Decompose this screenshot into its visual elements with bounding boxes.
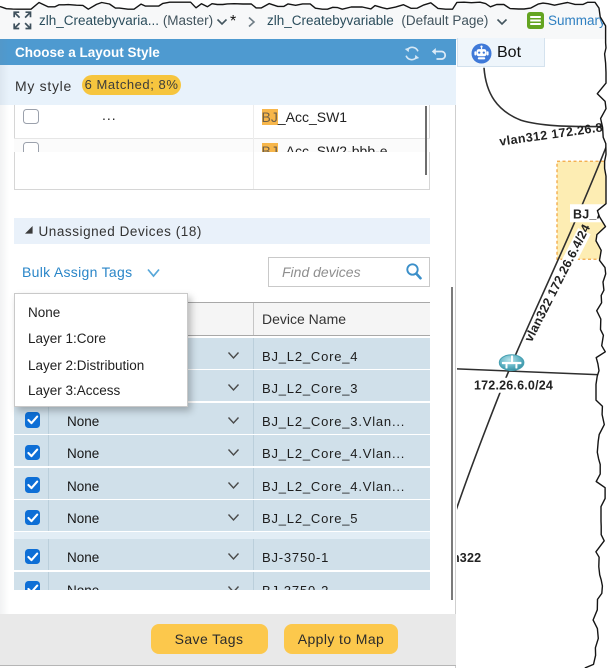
svg-text:BJ_Ac: BJ_Ac xyxy=(573,207,611,221)
svg-text:vlan322: vlan322 xyxy=(457,550,481,564)
svg-text:vlan312 172.26.8.2: vlan312 172.26.8.2 xyxy=(498,118,611,148)
svg-text:172.26.6.0/24: 172.26.6.0/24 xyxy=(474,378,553,392)
